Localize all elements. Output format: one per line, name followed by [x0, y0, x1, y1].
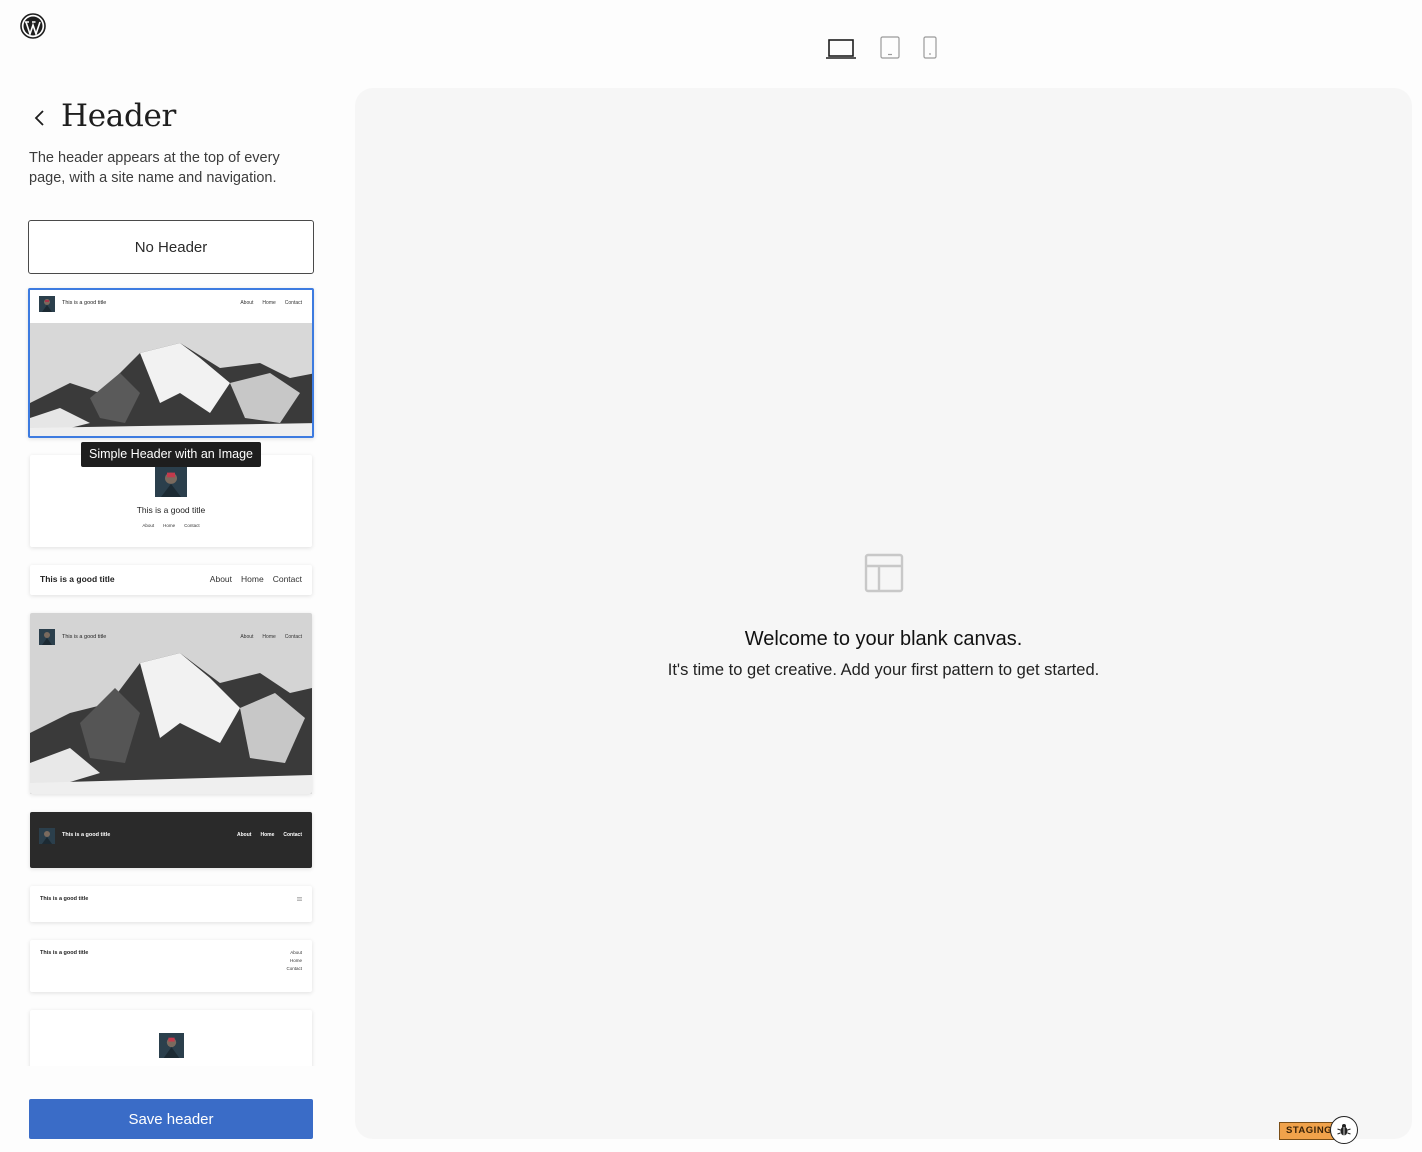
nav-home: Home [163, 523, 176, 528]
no-header-option[interactable]: No Header [28, 220, 314, 274]
nav-about: About [237, 832, 252, 838]
nav-home: Home [289, 958, 302, 963]
site-title-thumbnail: This is a good title [62, 832, 111, 838]
nav-about: About [240, 634, 254, 640]
site-logo-thumbnail [159, 1033, 184, 1058]
save-header-button[interactable]: Save header [29, 1099, 313, 1139]
nav-contact: Contact [286, 966, 302, 971]
pattern-hamburger-header[interactable]: This is a good title [30, 886, 312, 922]
pattern-cover-header[interactable]: This is a good title About Home Contact [30, 613, 312, 794]
pattern-tooltip: Simple Header with an Image [81, 442, 261, 467]
nav-about: About [142, 523, 155, 528]
nav-contact: Contact [283, 832, 302, 838]
nav-home: Home [241, 574, 264, 584]
site-title-thumbnail: This is a good title [40, 950, 89, 956]
back-chevron-icon[interactable] [28, 106, 52, 130]
nav-contact: Contact [284, 634, 302, 640]
nav-home: Home [262, 300, 276, 306]
mountain-image [30, 323, 312, 436]
desktop-icon[interactable] [826, 38, 856, 60]
pattern-simple-header-with-image[interactable]: This is a good title About Home Contact [28, 288, 314, 438]
mobile-icon[interactable] [922, 36, 938, 60]
nav-about: About [209, 574, 233, 584]
pattern-dark-header[interactable]: This is a good title About Home Contact [30, 812, 312, 868]
mountain-image [30, 613, 312, 794]
tablet-icon[interactable] [878, 36, 902, 60]
nav-thumbnail: About Home Contact [30, 523, 312, 528]
bug-report-button[interactable] [1330, 1116, 1358, 1144]
pattern-text-header[interactable]: This is a good title About Home Contact [30, 565, 312, 595]
pattern-centered-logo-header[interactable] [30, 1010, 312, 1066]
pattern-centered-header[interactable]: This is a good title About Home Contact [30, 455, 312, 547]
hamburger-menu-icon [297, 897, 302, 901]
nav-about: About [240, 300, 254, 306]
nav-thumbnail: About Home Contact [240, 634, 302, 640]
site-title-thumbnail: This is a good title [40, 896, 89, 902]
nav-contact: Contact [284, 300, 302, 306]
pattern-sidebar: Header The header appears at the top of … [0, 88, 342, 1152]
device-preview-toolbar [826, 36, 946, 60]
nav-thumbnail: About Home Contact [210, 574, 302, 584]
editor-canvas[interactable]: Welcome to your blank canvas. It's time … [355, 88, 1412, 1139]
site-logo-thumbnail [39, 828, 55, 844]
nav-thumbnail: About Home Contact [286, 950, 302, 971]
site-logo-thumbnail [39, 296, 55, 312]
site-title-thumbnail: This is a good title [62, 300, 107, 306]
nav-thumbnail: About Home Contact [237, 832, 302, 838]
site-title-thumbnail: This is a good title [40, 574, 115, 584]
nav-thumbnail: About Home Contact [240, 300, 302, 306]
page-description: The header appears at the top of every p… [29, 150, 280, 186]
nav-about: About [290, 950, 302, 955]
site-logo-thumbnail [39, 629, 55, 645]
blank-canvas-subheading: It's time to get creative. Add your firs… [667, 661, 1100, 679]
layout-icon [864, 553, 904, 593]
nav-home: Home [260, 832, 275, 838]
page-title: Header [61, 98, 177, 134]
nav-home: Home [262, 634, 276, 640]
wordpress-logo-icon[interactable] [20, 13, 46, 39]
site-title-thumbnail: This is a good title [62, 634, 107, 640]
bug-icon [1337, 1124, 1351, 1136]
pattern-list[interactable]: No Header This is a good title About Hom… [0, 218, 342, 1066]
nav-contact: Contact [184, 523, 200, 528]
site-logo-thumbnail [155, 467, 187, 497]
nav-contact: Contact [272, 574, 302, 584]
pattern-vertical-nav-header[interactable]: This is a good title About Home Contact [30, 940, 312, 992]
site-title-thumbnail: This is a good title [136, 505, 206, 515]
blank-canvas-heading: Welcome to your blank canvas. [744, 628, 1023, 650]
